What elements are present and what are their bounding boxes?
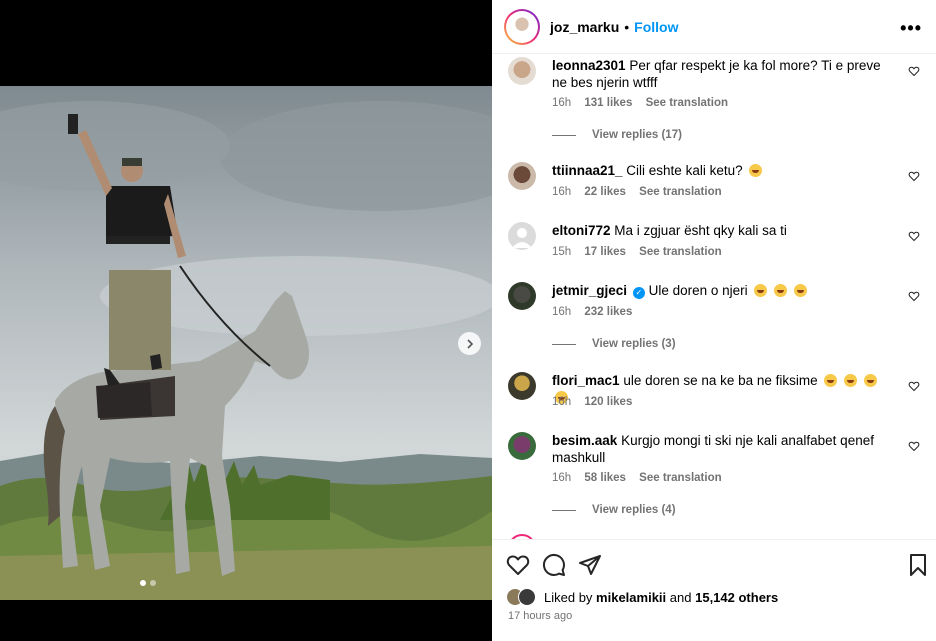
liked-by-user[interactable]: mikelamikii bbox=[596, 590, 666, 605]
next-photo-button[interactable] bbox=[458, 332, 481, 355]
comment-username[interactable]: eltoni772 bbox=[552, 223, 611, 238]
comment-text: Cili eshte kali ketu? bbox=[626, 163, 743, 178]
avatar[interactable] bbox=[508, 57, 536, 85]
comment-time[interactable]: 16h bbox=[552, 97, 571, 109]
author-username[interactable]: joz_marku bbox=[550, 19, 619, 35]
like-comment-heart-icon[interactable] bbox=[908, 440, 920, 452]
view-replies-label: View replies (3) bbox=[592, 338, 676, 350]
see-translation-link[interactable]: See translation bbox=[639, 246, 721, 258]
like-comment-heart-icon[interactable] bbox=[908, 170, 920, 182]
avatar[interactable] bbox=[508, 282, 536, 310]
liked-by-prefix: Liked by bbox=[544, 589, 593, 605]
comment-text: Ma i zgjuar ësht qky kali sa ti bbox=[614, 223, 787, 238]
comment-meta: 16h 120 likes bbox=[552, 396, 642, 408]
replies-divider bbox=[552, 509, 576, 511]
chevron-right-icon bbox=[466, 338, 473, 349]
liked-by-others[interactable]: 15,142 others bbox=[695, 590, 778, 605]
laughing-emoji-icon bbox=[774, 284, 788, 297]
comment-likes[interactable]: 22 likes bbox=[584, 186, 626, 198]
comment-time[interactable]: 15h bbox=[552, 246, 571, 258]
comment-time[interactable]: 16h bbox=[552, 306, 571, 318]
more-horizontal-icon[interactable]: ••• bbox=[900, 18, 922, 39]
replies-divider bbox=[552, 343, 576, 345]
comment-likes[interactable]: 58 likes bbox=[584, 472, 626, 484]
comment-likes[interactable]: 131 likes bbox=[584, 97, 632, 109]
laughing-emoji-icon bbox=[863, 374, 877, 387]
comment-text: Ule doren o njeri bbox=[648, 283, 748, 298]
heart-icon[interactable] bbox=[506, 553, 530, 577]
post-timestamp[interactable]: 17 hours ago bbox=[508, 610, 572, 622]
view-replies-label: View replies (4) bbox=[592, 504, 676, 516]
comment-time[interactable]: 16h bbox=[552, 186, 571, 198]
like-comment-heart-icon[interactable] bbox=[908, 380, 920, 392]
see-translation-link[interactable]: See translation bbox=[646, 97, 728, 109]
comment-likes[interactable]: 120 likes bbox=[584, 396, 632, 408]
comment-text-block: besim.aak Kurgjo mongi ti ski nje kali a… bbox=[552, 432, 882, 466]
view-replies-link[interactable]: View replies (17) bbox=[552, 129, 682, 141]
comment-time[interactable]: 16h bbox=[552, 472, 571, 484]
comment-text-block: eltoni772 Ma i zgjuar ësht qky kali sa t… bbox=[552, 222, 882, 239]
like-comment-heart-icon[interactable] bbox=[908, 65, 920, 77]
comment-text-block: jetmir_gjeci ✓ Ule doren o njeri bbox=[552, 282, 882, 299]
carousel-dots bbox=[140, 580, 156, 586]
liked-by-avatars[interactable] bbox=[506, 588, 540, 606]
comment-username[interactable]: besim.aak bbox=[552, 433, 617, 448]
carousel-dot bbox=[150, 580, 156, 586]
comment-icon[interactable] bbox=[542, 553, 566, 577]
view-replies-label: View replies (17) bbox=[592, 129, 682, 141]
follow-button[interactable]: Follow bbox=[634, 19, 678, 35]
comment-username[interactable]: ttiinnaa21_ bbox=[552, 163, 623, 178]
avatar[interactable] bbox=[508, 222, 536, 250]
avatar[interactable] bbox=[508, 162, 536, 190]
verified-badge-icon: ✓ bbox=[632, 287, 645, 299]
author-avatar[interactable] bbox=[504, 8, 540, 45]
comment-likes[interactable]: 232 likes bbox=[584, 306, 632, 318]
comment-username[interactable]: leonna2301 bbox=[552, 58, 626, 73]
default-avatar-icon bbox=[512, 228, 532, 248]
bookmark-icon[interactable] bbox=[906, 553, 930, 577]
comment-time[interactable]: 16h bbox=[552, 396, 571, 408]
like-comment-heart-icon[interactable] bbox=[908, 290, 920, 302]
avatar[interactable] bbox=[508, 372, 536, 400]
laughing-emoji-icon bbox=[754, 284, 768, 297]
post-photo[interactable] bbox=[0, 86, 492, 600]
comment-text-block: ttiinnaa21_ Cili eshte kali ketu? bbox=[552, 162, 882, 179]
laughing-emoji-icon bbox=[793, 284, 807, 297]
see-translation-link[interactable]: See translation bbox=[639, 186, 721, 198]
comment-meta: 16h 58 likes See translation bbox=[552, 472, 732, 484]
avatar[interactable] bbox=[508, 432, 536, 460]
see-translation-link[interactable]: See translation bbox=[639, 472, 721, 484]
laughing-emoji-icon bbox=[749, 164, 763, 177]
liked-by: Liked by mikelamikii and 15,142 others bbox=[506, 588, 778, 606]
comment-username[interactable]: jetmir_gjeci bbox=[552, 283, 627, 298]
share-icon[interactable] bbox=[578, 553, 602, 577]
laughing-emoji-icon bbox=[844, 374, 858, 387]
post-media bbox=[0, 0, 492, 641]
comment-meta: 15h 17 likes See translation bbox=[552, 246, 732, 258]
view-replies-link[interactable]: View replies (3) bbox=[552, 338, 676, 350]
laughing-emoji-icon bbox=[824, 374, 838, 387]
post-panel: joz_marku • Follow ••• leonna2301 Per qf… bbox=[492, 0, 936, 641]
comment-likes[interactable]: 17 likes bbox=[584, 246, 626, 258]
comments-list[interactable]: leonna2301 Per qfar respekt je ka fol mo… bbox=[492, 55, 936, 539]
liked-by-and: and bbox=[669, 589, 692, 605]
post-header: joz_marku • Follow ••• bbox=[492, 0, 936, 54]
view-replies-link[interactable]: View replies (4) bbox=[552, 504, 676, 516]
comment-meta: 16h 232 likes bbox=[552, 306, 642, 318]
like-comment-heart-icon[interactable] bbox=[908, 230, 920, 242]
comment-username[interactable]: flori_mac1 bbox=[552, 373, 620, 388]
comment-text: ule doren se na ke ba ne fiksime bbox=[623, 373, 818, 388]
header-separator: • bbox=[624, 18, 630, 35]
post-dialog: joz_marku • Follow ••• leonna2301 Per qf… bbox=[0, 0, 936, 641]
comment-meta: 16h 22 likes See translation bbox=[552, 186, 732, 198]
comment-meta: 16h 131 likes See translation bbox=[552, 97, 738, 109]
comment-text-block: leonna2301 Per qfar respekt je ka fol mo… bbox=[552, 57, 882, 91]
carousel-dot-active bbox=[140, 580, 146, 586]
replies-divider bbox=[552, 134, 576, 136]
